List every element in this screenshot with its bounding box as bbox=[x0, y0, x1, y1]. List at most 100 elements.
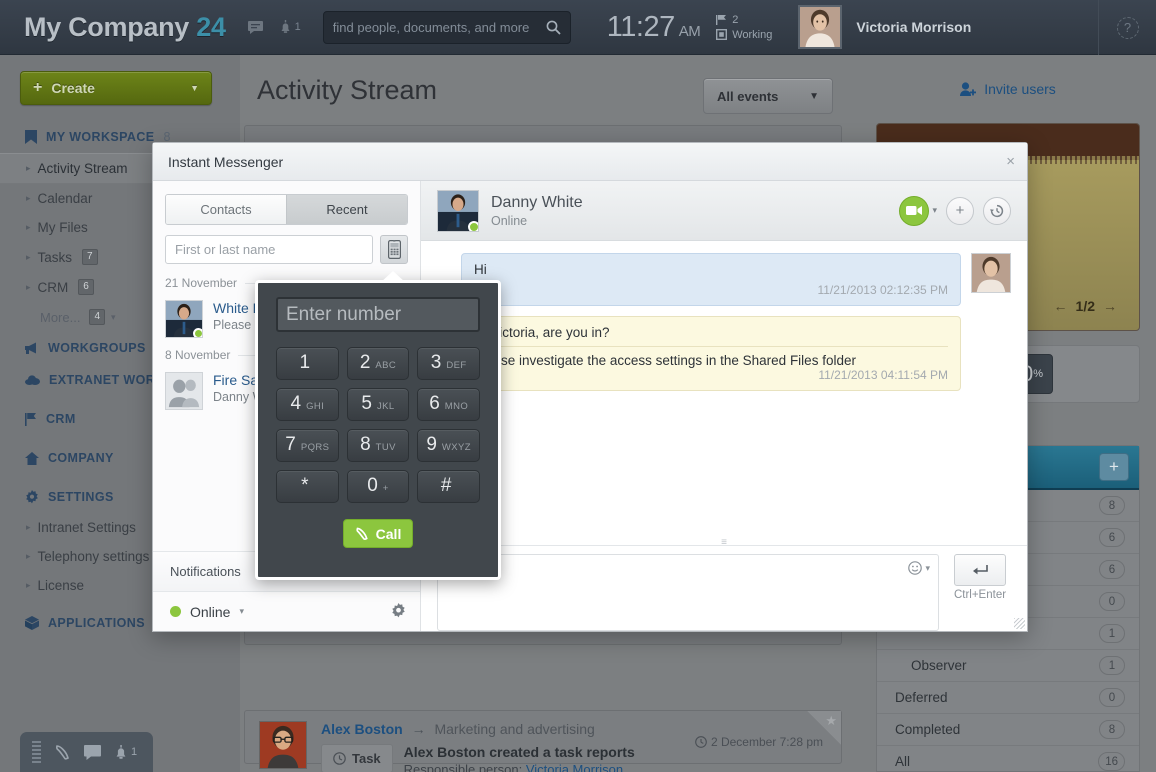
dialpad-key-2[interactable]: 2 ABC bbox=[346, 347, 410, 380]
tasks-row-count: 6 bbox=[1099, 528, 1125, 547]
tasks-row-label: All bbox=[895, 754, 911, 769]
sidebar-section-label: APPLICATIONS bbox=[48, 616, 145, 630]
post-type-chip: Task bbox=[321, 744, 393, 772]
sidebar-item-badge: 6 bbox=[78, 279, 94, 295]
tab-recent[interactable]: Recent bbox=[286, 195, 407, 224]
sidebar-more-badge: 4 bbox=[89, 309, 106, 325]
global-search[interactable] bbox=[322, 10, 571, 44]
chat-contact-avatar[interactable] bbox=[437, 189, 479, 232]
dialpad-number-input[interactable] bbox=[276, 297, 480, 332]
chevron-right-icon: ▸ bbox=[26, 551, 31, 561]
chat-contact-status: Online bbox=[491, 213, 528, 228]
dialpad-key-5[interactable]: 5 JKL bbox=[346, 388, 410, 421]
dialpad-key-4[interactable]: 4 GHI bbox=[276, 388, 339, 421]
sidebar-section-label: WORKGROUPS bbox=[48, 341, 146, 355]
dialpad-key-8[interactable]: 8 TUV bbox=[346, 429, 410, 462]
tasks-row-count: 6 bbox=[1099, 560, 1125, 579]
dialpad-key-star[interactable]: * bbox=[276, 470, 339, 503]
chevron-down-icon[interactable]: ▾ bbox=[239, 606, 244, 617]
contact-search-input[interactable] bbox=[165, 235, 373, 264]
message-input[interactable]: ▾ bbox=[437, 554, 939, 631]
post-responsible-name[interactable]: Victoria Morrison bbox=[526, 762, 623, 772]
help-button[interactable]: ? bbox=[1098, 0, 1156, 55]
tasks-row-all[interactable]: All 16 bbox=[877, 746, 1139, 772]
dialpad-toggle-button[interactable] bbox=[380, 235, 408, 264]
post-responsible: Responsible person: Victoria Morrison bbox=[404, 762, 635, 772]
sidebar-section-label: CRM bbox=[46, 412, 76, 426]
dialpad-key-1[interactable]: 1 bbox=[276, 347, 339, 380]
tab-contacts[interactable]: Contacts bbox=[166, 195, 286, 224]
work-status-block[interactable]: 2 Working bbox=[716, 14, 772, 41]
events-filter-dropdown[interactable]: All events ▼ bbox=[703, 78, 833, 114]
tasks-row-completed[interactable]: Completed 8 bbox=[877, 714, 1139, 746]
dialpad-key-9[interactable]: 9 WXYZ bbox=[417, 429, 480, 462]
next-arrow-icon[interactable]: → bbox=[1103, 298, 1117, 314]
chevron-right-icon: ▸ bbox=[26, 193, 31, 203]
phone-icon[interactable] bbox=[54, 744, 71, 761]
post-chip-label: Task bbox=[352, 751, 381, 766]
create-button[interactable]: + Create ▼ bbox=[20, 71, 212, 105]
chat-composer: ≡ ▾ Ctrl+Enter bbox=[421, 537, 1027, 631]
im-status-label: Online bbox=[190, 603, 231, 620]
plus-icon: + bbox=[33, 79, 43, 96]
user-name[interactable]: Victoria Morrison bbox=[856, 19, 971, 35]
plus-icon[interactable]: + bbox=[946, 196, 974, 225]
notifications-bell-icon[interactable]: 1 bbox=[279, 20, 301, 34]
app-logo[interactable]: My Company 24 bbox=[24, 12, 226, 43]
chat-message-outgoing: Hi 11/21/2013 02:12:35 PM bbox=[461, 253, 961, 306]
bell-icon[interactable] bbox=[114, 744, 128, 760]
key-digit: * bbox=[301, 475, 309, 496]
online-status-dot bbox=[468, 220, 478, 231]
invite-users-button[interactable]: Invite users bbox=[860, 55, 1156, 123]
promo-pager[interactable]: ← 1/2 → bbox=[1054, 298, 1117, 314]
im-tabs: Contacts Recent bbox=[165, 194, 408, 225]
tasks-row-deferred[interactable]: Deferred 0 bbox=[877, 682, 1139, 714]
tasks-row-count: 1 bbox=[1099, 656, 1125, 675]
resize-grip[interactable] bbox=[1014, 618, 1025, 629]
create-label: Create bbox=[51, 80, 95, 96]
call-button[interactable]: Call bbox=[343, 519, 413, 548]
dialpad-key-0[interactable]: 0 + bbox=[346, 470, 410, 503]
dialpad-key-hash[interactable]: # bbox=[417, 470, 480, 503]
prev-arrow-icon[interactable]: ← bbox=[1054, 298, 1068, 314]
sidebar-bottom-toolbar[interactable]: 1 bbox=[20, 732, 153, 772]
smiley-icon[interactable]: ▾ bbox=[908, 561, 930, 575]
chat-header: Danny White Online ▾ + bbox=[421, 181, 1027, 241]
im-status-row[interactable]: Online ▾ bbox=[153, 591, 420, 631]
search-input[interactable] bbox=[332, 19, 546, 35]
key-digit: 6 bbox=[429, 393, 440, 414]
avatar[interactable] bbox=[798, 5, 843, 49]
post-author-avatar[interactable] bbox=[259, 721, 307, 769]
key-letters: MNO bbox=[444, 401, 469, 412]
key-letters: PQRS bbox=[300, 442, 330, 453]
post-author-name[interactable]: Alex Boston bbox=[321, 721, 403, 737]
dialpad-key-6[interactable]: 6 MNO bbox=[417, 388, 480, 421]
im-title-bar[interactable]: Instant Messenger × bbox=[153, 143, 1027, 181]
gear-icon[interactable] bbox=[391, 602, 406, 621]
dialpad-key-3[interactable]: 3 DEF bbox=[417, 347, 480, 380]
resize-handle[interactable]: ≡ bbox=[721, 537, 727, 548]
bookmark-icon bbox=[25, 130, 37, 144]
key-digit: 9 bbox=[426, 434, 437, 455]
dialpad-key-7[interactable]: 7 PQRS bbox=[276, 429, 339, 462]
drag-handle[interactable] bbox=[32, 741, 41, 763]
tasks-row-observer[interactable]: Observer 1 bbox=[877, 650, 1139, 682]
tasks-row-count: 8 bbox=[1099, 496, 1125, 515]
sidebar-item-label: CRM bbox=[37, 279, 69, 295]
chat-icon[interactable] bbox=[84, 744, 101, 760]
history-icon[interactable] bbox=[983, 196, 1011, 225]
messages-icon[interactable] bbox=[247, 20, 263, 34]
clock: 11:27 AM bbox=[607, 11, 701, 44]
chevron-down-icon[interactable]: ▾ bbox=[932, 205, 937, 216]
chevron-right-icon: ▸ bbox=[26, 251, 31, 262]
call-label: Call bbox=[375, 525, 402, 542]
send-button[interactable] bbox=[954, 554, 1006, 586]
sidebar-item-label: License bbox=[37, 578, 85, 593]
key-letters: DEF bbox=[446, 360, 467, 371]
add-task-button[interactable]: + bbox=[1099, 453, 1129, 481]
logo-text: My Company bbox=[24, 11, 190, 42]
post-group-name[interactable]: Marketing and advertising bbox=[434, 721, 594, 737]
video-camera-icon[interactable] bbox=[899, 195, 930, 226]
close-icon[interactable]: × bbox=[1006, 153, 1015, 170]
events-filter-label: All events bbox=[717, 88, 779, 104]
